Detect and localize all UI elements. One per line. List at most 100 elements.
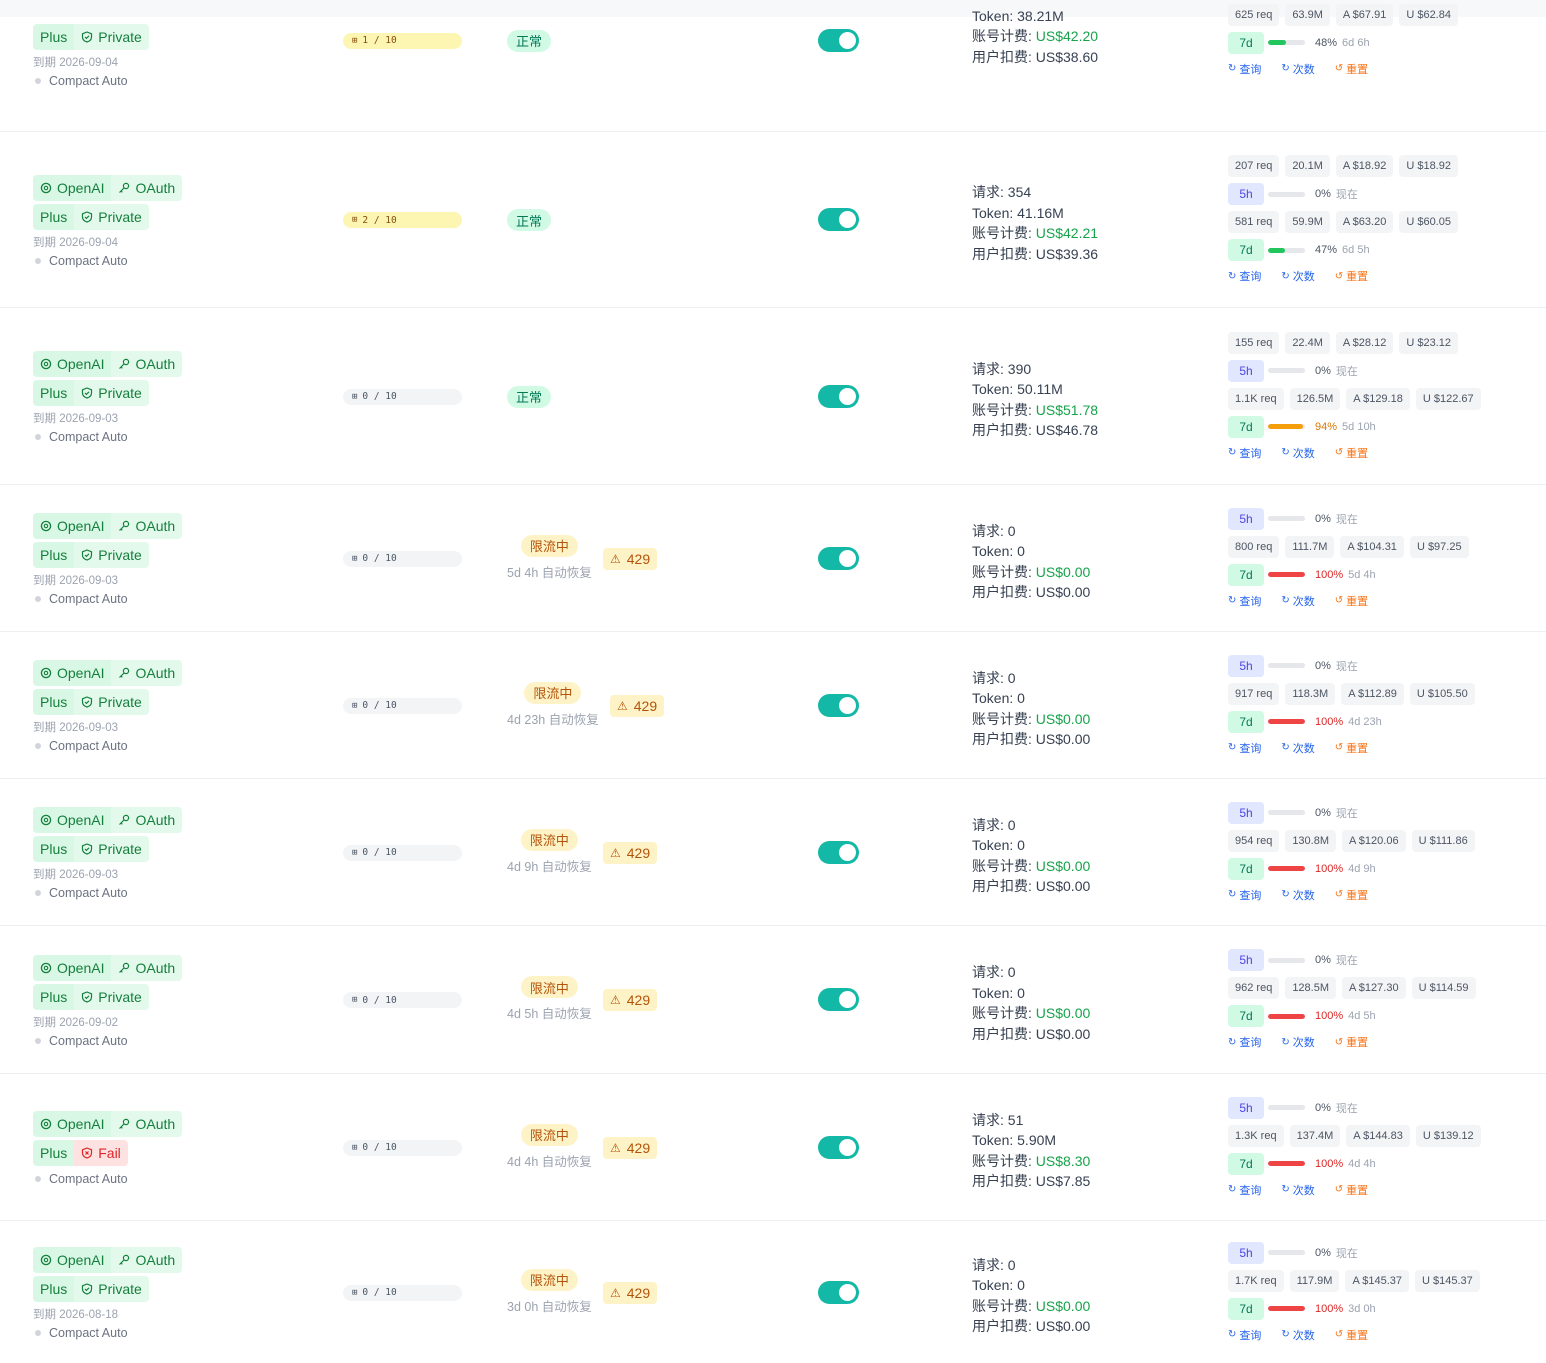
query-button[interactable]: ↻ 查询 (1228, 268, 1261, 284)
status-cell: 限流中 4d 5h 自动恢复 (507, 976, 592, 1022)
refresh-icon: ↻ (1281, 1329, 1290, 1340)
stat-label: 账号计费: (972, 28, 1036, 45)
tier-status-label: Private (98, 29, 142, 45)
table-row: OpenAI OAuth Plus Private 到期 2026-09-03 Compa… (0, 631, 1546, 778)
query-button[interactable]: ↻ 查询 (1228, 1182, 1261, 1198)
usage-window-5h: 5h 0% 现在 (1228, 949, 1482, 971)
count-button[interactable]: ↻ 次数 (1281, 1182, 1314, 1198)
auto-recover-time: 4d 4h 自动恢复 (507, 1151, 592, 1170)
usage-windows: 207 req 20.1M A $18.92 U $18.92 5h 0% 现在 581 re… (1228, 155, 1464, 283)
error-code-badge: ⚠ 429 (603, 989, 658, 1011)
reset-button[interactable]: ↺ 重置 (1335, 61, 1368, 77)
usage-percent: 48% (1315, 36, 1338, 49)
query-button[interactable]: ↻ 查询 (1228, 61, 1261, 77)
reset-button[interactable]: ↺ 重置 (1335, 268, 1368, 284)
user-cost-stat: 用户扣费: US$0.00 (972, 876, 1090, 897)
user-cost-stat: 用户扣费: US$0.00 (972, 729, 1090, 750)
enable-toggle[interactable] (818, 28, 859, 52)
count-button[interactable]: ↻ 次数 (1281, 445, 1314, 461)
account-cost-tag: A $104.31 (1340, 535, 1404, 558)
enable-toggle[interactable] (818, 988, 859, 1011)
query-button[interactable]: ↻ 查询 (1228, 740, 1261, 756)
user-cost-stat: 用户扣费: US$0.00 (972, 1316, 1090, 1337)
stat-value: US$8.30 (1035, 1152, 1091, 1169)
reset-button[interactable]: ↺ 重置 (1335, 740, 1368, 756)
platform-chips: OpenAI OAuth (33, 1111, 183, 1137)
count-button[interactable]: ↻ 次数 (1281, 887, 1314, 903)
stat-label: 请求: (972, 184, 1008, 200)
reset-button[interactable]: ↺ 重置 (1335, 1327, 1368, 1343)
expiry-date: 到期 2026-09-03 (33, 866, 182, 881)
concurrency-indicator: ⊞ 2 / 10 (343, 212, 462, 228)
error-code-badge: ⚠ 429 (603, 547, 658, 570)
query-button[interactable]: ↻ 查询 (1228, 887, 1261, 903)
account-cost-tag: A $67.91 (1335, 3, 1394, 26)
reset-button[interactable]: ↺ 重置 (1335, 887, 1368, 903)
account-cost-stat: 账号计费: US$0.00 (972, 709, 1090, 730)
warning-icon: ⚠ (610, 1285, 621, 1300)
count-button[interactable]: ↻ 次数 (1281, 740, 1314, 756)
expiry-date: 到期 2026-09-02 (33, 1014, 182, 1029)
reset-button[interactable]: ↺ 重置 (1335, 593, 1368, 609)
platform-chip: OpenAI (33, 1247, 112, 1273)
reset-button[interactable]: ↺ 重置 (1335, 1182, 1368, 1198)
mode-label: Compact Auto (49, 592, 128, 606)
usage-percent: 0% (1315, 1101, 1331, 1114)
usage-percent: 0% (1315, 806, 1331, 819)
table-row: OpenAI OAuth Plus Private 到期 2026-08-18 Compa… (0, 1220, 1546, 1363)
usage-window-7d: 7d 48% 6d 6h (1228, 31, 1464, 54)
toggle-knob (839, 843, 856, 861)
query-button[interactable]: ↻ 查询 (1228, 445, 1261, 461)
count-button[interactable]: ↻ 次数 (1281, 1034, 1314, 1050)
toggle-knob (839, 1138, 856, 1156)
account-identity: OpenAI OAuth Plus Fail Compact Auto (33, 1111, 183, 1186)
refresh-icon: ↻ (1228, 270, 1237, 282)
status-cell: 限流中 4d 23h 自动恢复 (507, 681, 599, 728)
count-button[interactable]: ↻ 次数 (1281, 268, 1314, 284)
status-badge: 正常 (507, 29, 552, 52)
query-button-label: 查询 (1239, 595, 1262, 608)
stat-value: 41.16M (1017, 204, 1064, 221)
user-cost-tag: U $139.12 (1415, 1124, 1481, 1147)
mode-label: Compact Auto (49, 74, 128, 88)
enable-toggle[interactable] (818, 693, 859, 717)
enable-toggle[interactable] (818, 384, 859, 408)
warning-icon: ⚠ (617, 698, 628, 713)
concurrency-indicator: ⊞ 0 / 10 (343, 1139, 462, 1156)
window-label-5h: 5h (1228, 359, 1264, 382)
stat-label: 用户扣费: (972, 422, 1036, 438)
enable-toggle[interactable] (818, 1135, 859, 1159)
usage-progress-bar (1268, 191, 1305, 197)
table-row: OpenAIOAuthPlusPrivate到期 2026-09-04Compa… (0, 0, 1546, 131)
platform-label: OpenAI (57, 812, 105, 828)
usage-progress-bar (1268, 1105, 1305, 1110)
query-button[interactable]: ↻ 查询 (1228, 1327, 1261, 1343)
expiry-value: 2026-09-03 (56, 722, 119, 734)
count-button[interactable]: ↻ 次数 (1281, 593, 1314, 609)
status-dot (35, 743, 41, 749)
tokens-tag: 20.1M (1285, 155, 1330, 177)
enable-toggle[interactable] (818, 546, 859, 570)
plan-chip: Plus (33, 203, 75, 230)
refresh-icon: ↻ (1228, 1036, 1237, 1048)
count-button[interactable]: ↻ 次数 (1281, 61, 1314, 77)
stat-value: 0 (1007, 964, 1016, 980)
requests-tag: 625 req (1228, 3, 1280, 26)
status-cell: 限流中 4d 4h 自动恢复 (507, 1123, 592, 1170)
reset-button[interactable]: ↺ 重置 (1335, 1034, 1368, 1050)
toggle-knob (839, 991, 856, 1008)
query-button[interactable]: ↻ 查询 (1228, 1034, 1261, 1050)
stat-value: US$38.60 (1035, 48, 1099, 65)
reset-button[interactable]: ↺ 重置 (1335, 445, 1368, 461)
usage-window-7d: 7d 47% 6d 5h (1228, 239, 1464, 261)
auth-chip: OAuth (111, 513, 183, 539)
enable-toggle[interactable] (818, 1280, 859, 1304)
query-button[interactable]: ↻ 查询 (1228, 593, 1261, 609)
window-label-7d: 7d (1228, 1005, 1264, 1027)
enable-toggle[interactable] (818, 208, 859, 231)
usage-percent: 0% (1315, 659, 1331, 672)
enable-toggle[interactable] (818, 840, 859, 864)
tokens-tag: 59.9M (1285, 211, 1330, 233)
requests-stat: 请求: 0 (972, 521, 1090, 542)
count-button[interactable]: ↻ 次数 (1281, 1327, 1314, 1343)
